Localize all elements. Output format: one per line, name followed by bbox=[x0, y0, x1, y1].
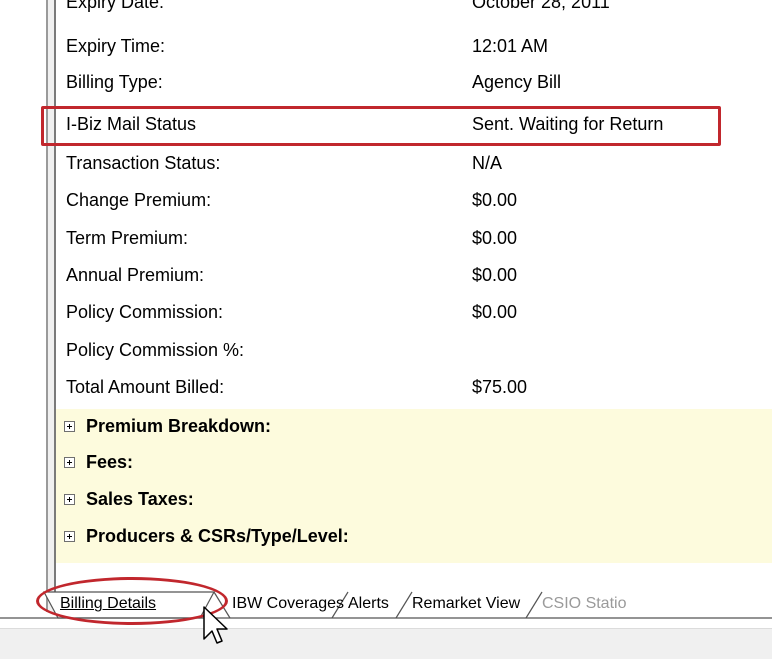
expand-plus-icon[interactable] bbox=[64, 531, 75, 542]
detail-label: Expiry Date: bbox=[66, 0, 165, 12]
detail-row-annual-premium: Annual Premium: $0.00 bbox=[56, 259, 772, 293]
section-sales-taxes[interactable]: Sales Taxes: bbox=[56, 484, 772, 519]
detail-row-billing-type: Billing Type: Agency Bill bbox=[56, 66, 772, 100]
detail-value: $0.00 bbox=[472, 302, 518, 322]
detail-label: Change Premium: bbox=[66, 190, 212, 210]
detail-value: $0.00 bbox=[472, 190, 518, 210]
detail-label: Policy Commission %: bbox=[66, 340, 245, 360]
tab-csio-status[interactable]: CSIO Statio bbox=[524, 592, 772, 618]
detail-row-policy-commission-percent: Policy Commission %: bbox=[56, 334, 772, 368]
detail-row-change-premium: Change Premium: $0.00 bbox=[56, 184, 772, 218]
expand-plus-icon[interactable] bbox=[64, 494, 75, 505]
tab-label: IBW Coverages bbox=[232, 595, 345, 612]
mouse-pointer-icon bbox=[203, 606, 228, 644]
section-premium-breakdown[interactable]: Premium Breakdown: bbox=[56, 411, 772, 446]
window-frame-left bbox=[46, 0, 56, 612]
annotation-highlight-box bbox=[41, 106, 721, 146]
tab-label: Remarket View bbox=[412, 595, 521, 612]
annotation-tab-circle bbox=[36, 577, 228, 625]
detail-row-expiry-date: Expiry Date: October 28, 2011 bbox=[56, 0, 772, 20]
detail-label: Total Amount Billed: bbox=[66, 377, 225, 397]
detail-label: Policy Commission: bbox=[66, 302, 224, 322]
section-title: Fees: bbox=[86, 452, 134, 472]
detail-value: N/A bbox=[472, 153, 503, 173]
detail-label: Transaction Status: bbox=[66, 153, 221, 173]
status-bar bbox=[0, 628, 772, 659]
detail-label: Annual Premium: bbox=[66, 265, 205, 285]
detail-row-transaction-status: Transaction Status: N/A bbox=[56, 147, 772, 181]
detail-label: Term Premium: bbox=[66, 228, 189, 248]
detail-value: October 28, 2011 bbox=[472, 0, 610, 12]
detail-value: $0.00 bbox=[472, 228, 518, 248]
detail-row-policy-commission: Policy Commission: $0.00 bbox=[56, 296, 772, 330]
expand-plus-icon[interactable] bbox=[64, 421, 75, 432]
section-producers-csrs[interactable]: Producers & CSRs/Type/Level: bbox=[56, 521, 772, 556]
sections-area: Premium Breakdown: Fees: Sales Taxes: Pr… bbox=[56, 409, 772, 563]
section-fees[interactable]: Fees: bbox=[56, 447, 772, 482]
detail-label: Billing Type: bbox=[66, 72, 163, 92]
detail-value: Agency Bill bbox=[472, 72, 562, 92]
detail-value: $75.00 bbox=[472, 377, 528, 397]
detail-value: $0.00 bbox=[472, 265, 518, 285]
details-panel: Expiry Date: October 28, 2011 Expiry Tim… bbox=[56, 0, 772, 608]
detail-value: 12:01 AM bbox=[472, 36, 549, 56]
tab-label: CSIO Statio bbox=[542, 595, 627, 612]
tab-ibw-coverages[interactable]: IBW Coverages bbox=[214, 592, 348, 618]
detail-row-total-amount-billed: Total Amount Billed: $75.00 bbox=[56, 371, 772, 405]
section-title: Premium Breakdown: bbox=[86, 416, 272, 436]
expand-plus-icon[interactable] bbox=[64, 457, 75, 468]
tab-remarket-view[interactable]: Remarket View bbox=[394, 592, 542, 618]
detail-label: Expiry Time: bbox=[66, 36, 166, 56]
tab-label: Alerts bbox=[348, 595, 389, 612]
section-title: Producers & CSRs/Type/Level: bbox=[86, 526, 349, 546]
detail-row-expiry-time: Expiry Time: 12:01 AM bbox=[56, 30, 772, 64]
section-title: Sales Taxes: bbox=[86, 489, 194, 509]
detail-row-term-premium: Term Premium: $0.00 bbox=[56, 222, 772, 256]
